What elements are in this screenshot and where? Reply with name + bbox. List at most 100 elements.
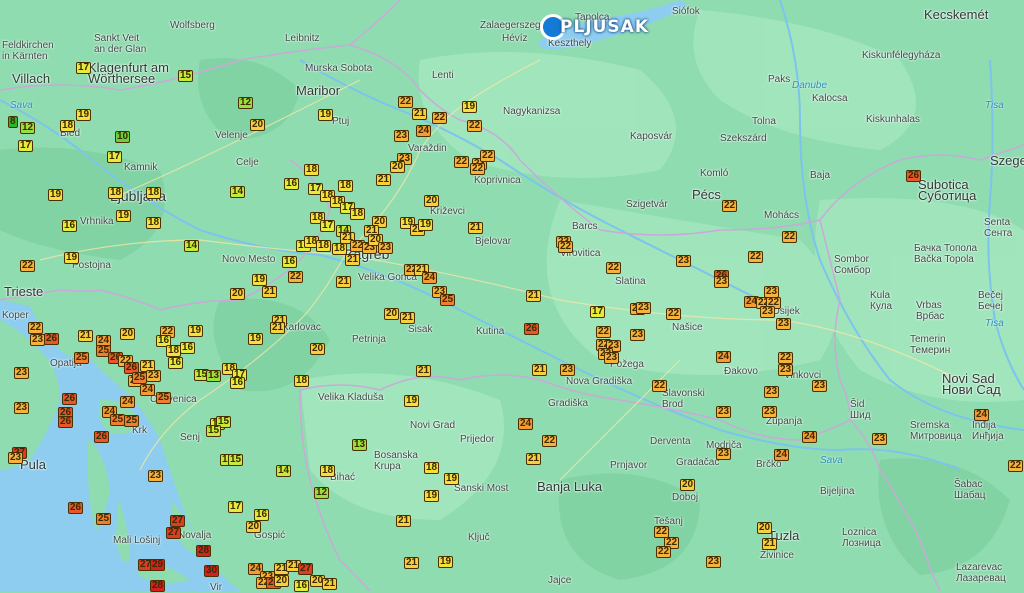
temperature-marker[interactable]: 23 bbox=[706, 556, 722, 568]
city-label-sombor[interactable]: Sombor Сомбор bbox=[834, 254, 870, 276]
temperature-marker[interactable]: 16 bbox=[284, 178, 300, 190]
temperature-marker[interactable]: 22 bbox=[20, 260, 36, 272]
temperature-marker[interactable]: 23 bbox=[776, 318, 792, 330]
city-label-gradacac[interactable]: Gradačac bbox=[676, 457, 719, 468]
temperature-marker[interactable]: 26 bbox=[68, 502, 84, 514]
temperature-marker[interactable]: 22 bbox=[652, 380, 668, 392]
temperature-marker[interactable]: 18 bbox=[338, 180, 354, 192]
temperature-marker[interactable]: 22 bbox=[778, 352, 794, 364]
temperature-marker[interactable]: 23 bbox=[716, 406, 732, 418]
city-label-paks[interactable]: Paks bbox=[768, 74, 790, 85]
temperature-marker[interactable]: 20 bbox=[384, 308, 400, 320]
temperature-marker[interactable]: 23 bbox=[762, 406, 778, 418]
temperature-marker[interactable]: 24 bbox=[716, 351, 732, 363]
city-label-feldkirchen[interactable]: Feldkirchen in Kärnten bbox=[2, 40, 54, 62]
temperature-marker[interactable]: 14 bbox=[276, 465, 292, 477]
city-label-jajce[interactable]: Jajce bbox=[548, 575, 571, 586]
temperature-marker[interactable]: 20 bbox=[680, 479, 696, 491]
city-label-indija[interactable]: Inđija Инђија bbox=[972, 420, 1004, 442]
temperature-marker[interactable]: 12 bbox=[20, 122, 36, 134]
temperature-marker[interactable]: 15 bbox=[178, 70, 194, 82]
city-label-barcs[interactable]: Barcs bbox=[572, 221, 598, 232]
temperature-marker[interactable]: 24 bbox=[120, 396, 136, 408]
city-label-novomesto[interactable]: Novo Mesto bbox=[222, 254, 275, 265]
temperature-marker[interactable]: 23 bbox=[146, 370, 162, 382]
temperature-marker[interactable]: 24 bbox=[416, 125, 432, 137]
temperature-marker[interactable]: 24 bbox=[140, 384, 156, 396]
temperature-marker[interactable]: 23 bbox=[676, 255, 692, 267]
temperature-marker[interactable]: 19 bbox=[462, 101, 478, 113]
temperature-marker[interactable]: 17 bbox=[228, 501, 244, 513]
temperature-marker[interactable]: 26 bbox=[906, 170, 922, 182]
temperature-marker[interactable]: 21 bbox=[468, 222, 484, 234]
temperature-marker[interactable]: 17 bbox=[76, 62, 92, 74]
temperature-marker[interactable]: 18 bbox=[294, 375, 310, 387]
temperature-marker[interactable]: 20 bbox=[424, 195, 440, 207]
city-label-villach[interactable]: Villach bbox=[12, 72, 50, 85]
temperature-marker[interactable]: 25 bbox=[110, 414, 126, 426]
temperature-marker[interactable]: 12 bbox=[314, 487, 330, 499]
temperature-marker[interactable]: 10 bbox=[115, 131, 131, 143]
temperature-marker[interactable]: 23 bbox=[148, 470, 164, 482]
city-label-kljuc[interactable]: Ključ bbox=[468, 532, 490, 543]
temperature-marker[interactable]: 19 bbox=[318, 109, 334, 121]
city-label-novasad[interactable]: Novi Sad Нови Сад bbox=[942, 372, 1001, 396]
temperature-marker[interactable]: 21 bbox=[322, 578, 338, 590]
temperature-marker[interactable]: 30 bbox=[204, 565, 220, 577]
temperature-marker[interactable]: 22 bbox=[656, 546, 672, 558]
city-label-derventa[interactable]: Derventa bbox=[650, 436, 691, 447]
city-label-prijedor[interactable]: Prijedor bbox=[460, 434, 494, 445]
temperature-marker[interactable]: 18 bbox=[350, 208, 366, 220]
temperature-marker[interactable]: 16 bbox=[294, 580, 310, 592]
temperature-marker[interactable]: 22 bbox=[398, 96, 414, 108]
temperature-marker[interactable]: 21 bbox=[526, 290, 542, 302]
temperature-marker[interactable]: 19 bbox=[248, 333, 264, 345]
city-label-szigetvar[interactable]: Szigetvár bbox=[626, 199, 668, 210]
temperature-marker[interactable]: 22 bbox=[454, 156, 470, 168]
temperature-marker[interactable]: 18 bbox=[60, 120, 76, 132]
temperature-marker[interactable]: 22 bbox=[470, 163, 486, 175]
city-label-karlovac[interactable]: Karlovac bbox=[282, 322, 321, 333]
temperature-marker[interactable]: 13 bbox=[352, 439, 368, 451]
temperature-marker[interactable]: 23 bbox=[778, 364, 794, 376]
city-label-baja[interactable]: Baja bbox=[810, 170, 830, 181]
city-label-bjelovar[interactable]: Bjelovar bbox=[475, 236, 511, 247]
temperature-marker[interactable]: 21 bbox=[412, 108, 428, 120]
temperature-marker[interactable]: 22 bbox=[782, 231, 798, 243]
city-label-siofok[interactable]: Siófok bbox=[672, 6, 700, 17]
city-label-slatina[interactable]: Slatina bbox=[615, 276, 646, 287]
city-label-kamnik[interactable]: Kamnik bbox=[124, 162, 157, 173]
city-label-petrinja[interactable]: Petrinja bbox=[352, 334, 386, 345]
temperature-marker[interactable]: 16 bbox=[282, 256, 298, 268]
city-label-vrbas[interactable]: Vrbas Врбас bbox=[916, 300, 944, 322]
city-label-lazarevac[interactable]: Lazarevac Лазаревац bbox=[956, 562, 1006, 584]
city-label-bijeljina[interactable]: Bijeljina bbox=[820, 486, 854, 497]
city-label-koper[interactable]: Koper bbox=[2, 310, 29, 321]
city-label-slavonskibrod[interactable]: Slavonski Brod bbox=[662, 388, 705, 410]
temperature-marker[interactable]: 26 bbox=[44, 333, 60, 345]
temperature-marker[interactable]: 22 bbox=[288, 271, 304, 283]
temperature-marker[interactable]: 18 bbox=[424, 462, 440, 474]
temperature-marker[interactable]: 20 bbox=[230, 288, 246, 300]
temperature-marker[interactable]: 23 bbox=[764, 386, 780, 398]
temperature-marker[interactable]: 20 bbox=[390, 161, 406, 173]
city-label-koprivnica[interactable]: Koprivnica bbox=[474, 175, 521, 186]
city-label-celje[interactable]: Celje bbox=[236, 157, 259, 168]
temperature-marker[interactable]: 27 bbox=[166, 527, 182, 539]
temperature-marker[interactable]: 17 bbox=[320, 220, 336, 232]
temperature-marker[interactable]: 24 bbox=[518, 418, 534, 430]
temperature-marker[interactable]: 21 bbox=[78, 330, 94, 342]
temperature-marker[interactable]: 21 bbox=[416, 365, 432, 377]
temperature-marker[interactable]: 22 bbox=[748, 251, 764, 263]
city-label-lenti[interactable]: Lenti bbox=[432, 70, 454, 81]
temperature-marker[interactable]: 21 bbox=[526, 453, 542, 465]
temperature-marker[interactable]: 24 bbox=[802, 431, 818, 443]
temperature-marker[interactable]: 21 bbox=[762, 538, 778, 550]
city-label-senta[interactable]: Senta Сента bbox=[984, 217, 1012, 239]
temperature-marker[interactable]: 16 bbox=[230, 377, 246, 389]
temperature-marker[interactable]: 19 bbox=[438, 556, 454, 568]
temperature-marker[interactable]: 19 bbox=[444, 473, 460, 485]
temperature-marker[interactable]: 19 bbox=[418, 219, 434, 231]
temperature-marker[interactable]: 21 bbox=[345, 254, 361, 266]
city-label-varazdin[interactable]: Varaždin bbox=[408, 143, 447, 154]
